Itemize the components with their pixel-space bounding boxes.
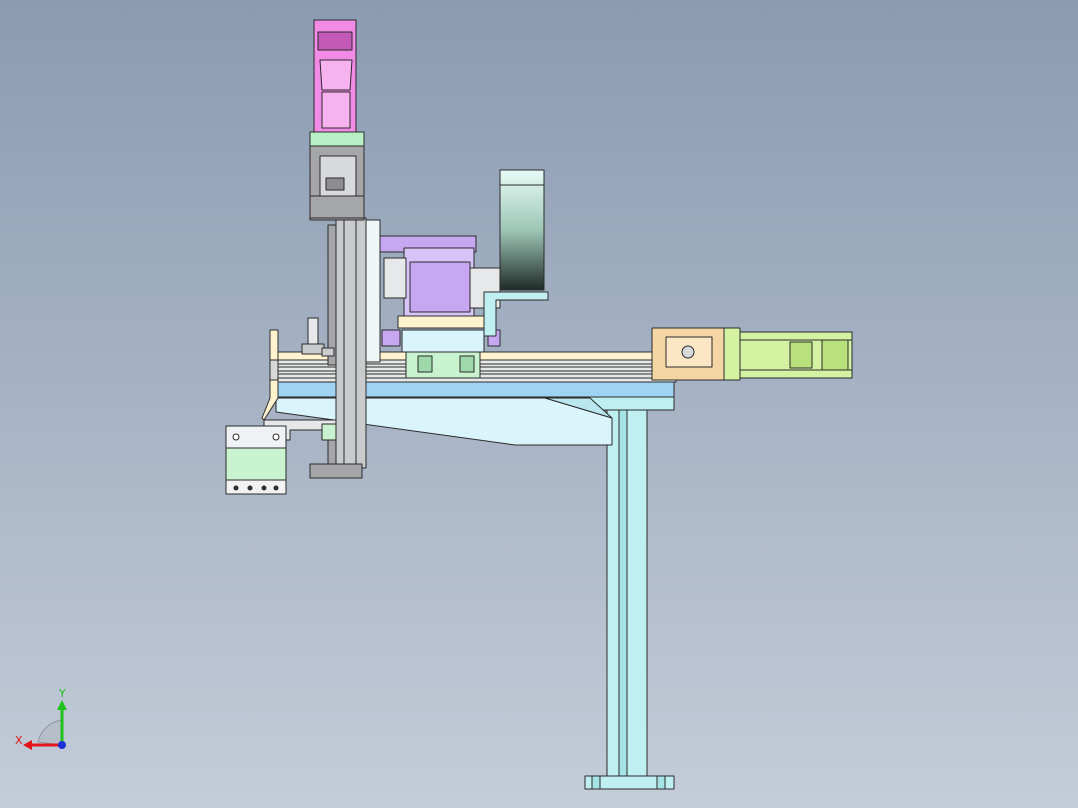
horizontal-servo-motor[interactable] [651,327,853,381]
coordinate-triad [23,700,67,750]
cad-viewport[interactable]: Y X [0,0,1078,808]
gripper-block[interactable] [225,425,287,495]
drum-bracket[interactable] [483,291,549,337]
support-column[interactable] [584,395,675,779]
z-axis-dot [58,741,66,749]
vertical-motor-frame[interactable] [309,131,365,221]
rotary-gearbox[interactable] [379,235,501,329]
x-axis-arrow-head [23,740,32,750]
column-base-foot[interactable] [584,775,675,790]
x-axis-label: X [15,734,23,747]
cad-assembly-drawing[interactable] [0,0,1078,808]
rotating-drum[interactable] [499,169,545,291]
y-axis-arrow-head [57,700,67,710]
y-axis-label: Y [59,687,66,700]
vertical-servo-motor[interactable] [313,19,357,133]
